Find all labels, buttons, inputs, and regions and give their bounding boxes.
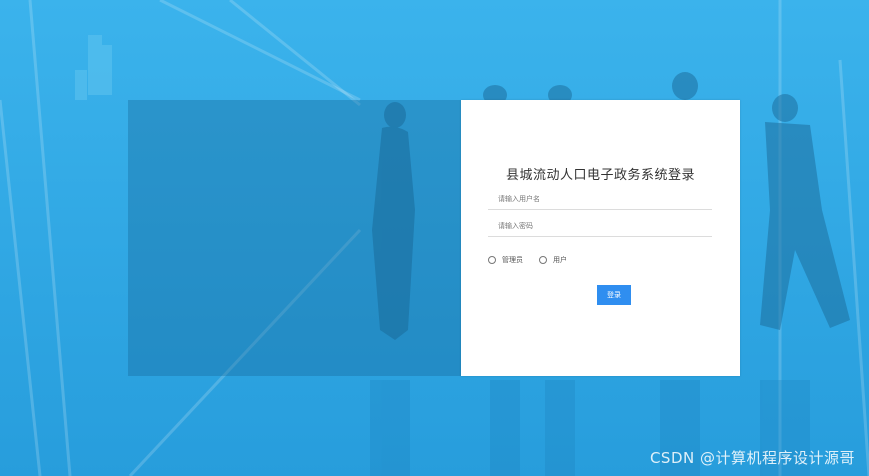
- login-title: 县城流动人口电子政务系统登录: [505, 168, 695, 183]
- login-button[interactable]: 登录: [597, 285, 631, 305]
- role-label-user: 用户: [553, 256, 567, 264]
- role-option-user[interactable]: 用户: [539, 255, 567, 265]
- login-page: 县城流动人口电子政务系统登录 管理员 用户 登录 CSDN @计算机程序设计源哥: [0, 0, 869, 476]
- login-side-panel: [128, 100, 461, 376]
- radio-user[interactable]: [539, 256, 547, 264]
- role-label-admin: 管理员: [502, 256, 523, 264]
- radio-admin[interactable]: [488, 256, 496, 264]
- role-selector: 管理员 用户: [488, 255, 583, 265]
- watermark: CSDN @计算机程序设计源哥: [649, 449, 855, 467]
- login-card: 县城流动人口电子政务系统登录 管理员 用户 登录: [461, 100, 740, 376]
- password-input[interactable]: [488, 215, 712, 237]
- role-option-admin[interactable]: 管理员: [488, 255, 523, 265]
- username-input[interactable]: [488, 188, 712, 210]
